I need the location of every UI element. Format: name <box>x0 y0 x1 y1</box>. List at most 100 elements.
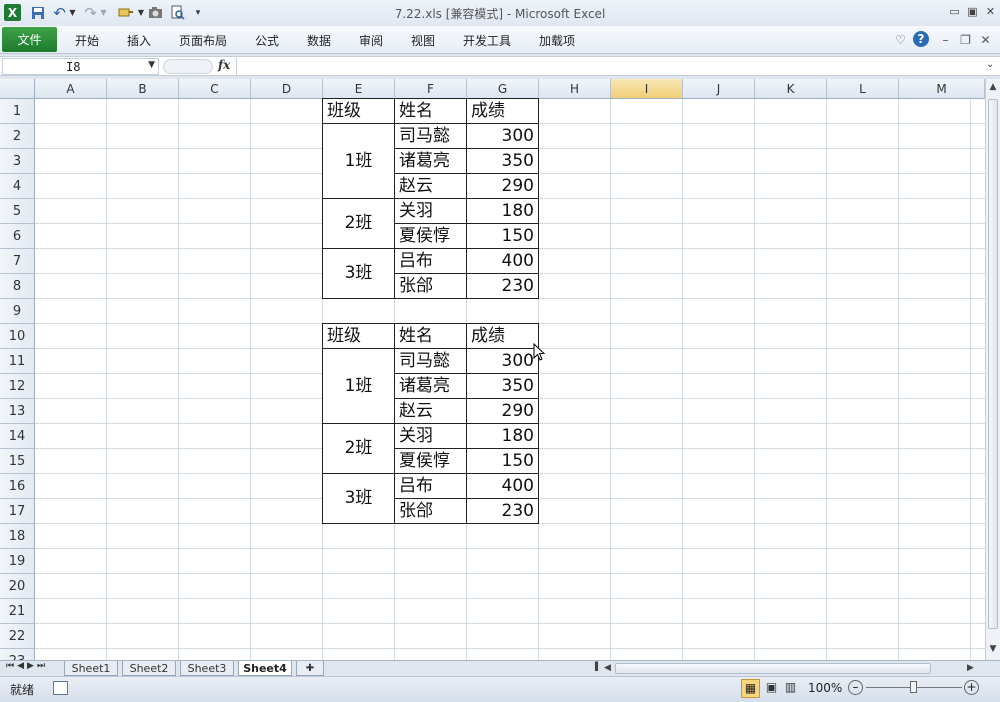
table1-score-cell[interactable]: 150 <box>467 224 538 248</box>
row-header-3[interactable]: 3 <box>0 149 35 174</box>
table1-name-cell[interactable]: 张郃 <box>395 274 466 298</box>
row-header-1[interactable]: 1 <box>0 99 35 124</box>
print-preview-icon[interactable] <box>169 4 186 21</box>
redo-icon[interactable]: ↷ <box>83 4 98 22</box>
tab-home[interactable]: 开始 <box>75 32 99 49</box>
row-header-4[interactable]: 4 <box>0 174 35 199</box>
formula-input[interactable] <box>236 58 984 75</box>
table2-score-cell[interactable]: 150 <box>467 449 538 473</box>
table2-name-cell[interactable]: 夏侯惇 <box>395 449 466 473</box>
sheet-tab[interactable]: Sheet3 <box>180 661 234 676</box>
row-header-5[interactable]: 5 <box>0 199 35 224</box>
table2-score-cell[interactable]: 350 <box>467 374 538 398</box>
tab-addins[interactable]: 加载项 <box>539 32 575 49</box>
row-header-20[interactable]: 20 <box>0 574 35 599</box>
spreadsheet-grid[interactable]: ABCDEFGHIJKLM 1 2 3 4 5 6 7 8 9 10 11 12 13 14 15 16 17 1… <box>0 79 985 660</box>
sheet-tab-active[interactable]: Sheet4 <box>238 661 292 676</box>
row-header-7[interactable]: 7 <box>0 249 35 274</box>
restore-button[interactable]: ▣ <box>964 3 981 19</box>
tab-split-handle[interactable]: ▌ <box>595 662 604 675</box>
table1-class-cell[interactable]: 2班 <box>323 199 394 248</box>
table2-name-cell[interactable]: 关羽 <box>395 424 466 448</box>
table2-class-cell[interactable]: 1班 <box>323 349 394 423</box>
insert-function-icon[interactable]: fx <box>218 58 230 72</box>
excel-logo-icon[interactable]: X <box>4 4 21 21</box>
name-box-dropdown-icon[interactable]: ▼ <box>148 60 155 70</box>
doc-close-icon[interactable]: ✕ <box>977 31 994 48</box>
row-header-15[interactable]: 15 <box>0 449 35 474</box>
scroll-down-icon[interactable]: ▼ <box>988 644 998 656</box>
save-icon[interactable] <box>29 4 46 21</box>
table1-header-cell[interactable]: 姓名 <box>395 99 466 123</box>
camera-icon[interactable] <box>147 4 164 21</box>
table2-name-cell[interactable]: 吕布 <box>395 474 466 498</box>
row-header-10[interactable]: 10 <box>0 324 35 349</box>
table1-header-cell[interactable]: 班级 <box>323 99 394 123</box>
page-break-view-icon[interactable]: ▥ <box>781 679 800 698</box>
table1-score-cell[interactable]: 350 <box>467 149 538 173</box>
zoom-level[interactable]: 100% <box>808 681 842 695</box>
table1-name-cell[interactable]: 赵云 <box>395 174 466 198</box>
table1-name-cell[interactable]: 诸葛亮 <box>395 149 466 173</box>
tab-page-layout[interactable]: 页面布局 <box>179 32 227 49</box>
table1-name-cell[interactable]: 夏侯惇 <box>395 224 466 248</box>
table1-class-cell[interactable]: 1班 <box>323 124 394 198</box>
tab-formulas[interactable]: 公式 <box>255 32 279 49</box>
row-header-13[interactable]: 13 <box>0 399 35 424</box>
column-header-g[interactable]: G <box>467 79 539 99</box>
column-header-d[interactable]: D <box>251 79 323 99</box>
column-header-c[interactable]: C <box>179 79 251 99</box>
row-header-19[interactable]: 19 <box>0 549 35 574</box>
tab-file[interactable]: 文件 <box>2 27 57 52</box>
tab-review[interactable]: 审阅 <box>359 32 383 49</box>
scroll-left-icon[interactable]: ◀ <box>604 663 611 673</box>
undo-dropdown-icon[interactable]: ▼ <box>68 4 77 21</box>
doc-restore-icon[interactable]: ❐ <box>957 31 974 48</box>
row-header-18[interactable]: 18 <box>0 524 35 549</box>
table2-class-cell[interactable]: 3班 <box>323 474 394 523</box>
zoom-out-icon[interactable]: – <box>848 680 863 695</box>
help-icon[interactable]: ? <box>913 31 929 47</box>
table2-name-cell[interactable]: 张郃 <box>395 499 466 523</box>
table1-class-cell[interactable]: 3班 <box>323 249 394 298</box>
minimize-ribbon-icon[interactable]: ♡ <box>892 31 909 48</box>
table2-class-cell[interactable]: 2班 <box>323 424 394 473</box>
row-header-2[interactable]: 2 <box>0 124 35 149</box>
sheet-tab[interactable]: Sheet1 <box>64 661 118 676</box>
row-header-6[interactable]: 6 <box>0 224 35 249</box>
scroll-up-icon[interactable]: ▲ <box>988 82 998 94</box>
customize-qat-icon[interactable]: ▾ <box>193 4 203 21</box>
row-header-21[interactable]: 21 <box>0 599 35 624</box>
tab-insert[interactable]: 插入 <box>127 32 151 49</box>
table1-score-cell[interactable]: 300 <box>467 124 538 148</box>
column-header-h[interactable]: H <box>539 79 611 99</box>
sheet-tab[interactable]: Sheet2 <box>122 661 176 676</box>
table2-score-cell[interactable]: 290 <box>467 399 538 423</box>
insert-sheet-icon[interactable]: ✚ <box>296 661 324 676</box>
expand-formula-icon[interactable]: ⌄ <box>986 59 994 70</box>
column-header-k[interactable]: K <box>755 79 827 99</box>
table1-score-cell[interactable]: 180 <box>467 199 538 223</box>
table2-header-cell[interactable]: 成绩 <box>467 324 538 348</box>
tab-data[interactable]: 数据 <box>307 32 331 49</box>
table2-score-cell[interactable]: 230 <box>467 499 538 523</box>
vertical-scrollbar[interactable]: ▲ ▼ <box>985 79 1000 660</box>
page-layout-view-icon[interactable]: ▣ <box>762 679 781 698</box>
column-header-e[interactable]: E <box>323 79 395 99</box>
formula-bar-expander[interactable] <box>163 59 213 74</box>
table2-score-cell[interactable]: 180 <box>467 424 538 448</box>
row-header-23[interactable]: 23 <box>0 649 35 660</box>
table1-name-cell[interactable]: 司马懿 <box>395 124 466 148</box>
row-header-12[interactable]: 12 <box>0 374 35 399</box>
table1-header-cell[interactable]: 成绩 <box>467 99 538 123</box>
row-header-8[interactable]: 8 <box>0 274 35 299</box>
row-header-9[interactable]: 9 <box>0 299 35 324</box>
column-header-l[interactable]: L <box>827 79 899 99</box>
table1-name-cell[interactable]: 吕布 <box>395 249 466 273</box>
select-all-corner[interactable] <box>0 79 35 99</box>
table1-score-cell[interactable]: 290 <box>467 174 538 198</box>
table2-score-cell[interactable]: 300 <box>467 349 538 373</box>
table1-score-cell[interactable]: 230 <box>467 274 538 298</box>
column-header-m[interactable]: M <box>899 79 985 99</box>
column-header-j[interactable]: J <box>683 79 755 99</box>
